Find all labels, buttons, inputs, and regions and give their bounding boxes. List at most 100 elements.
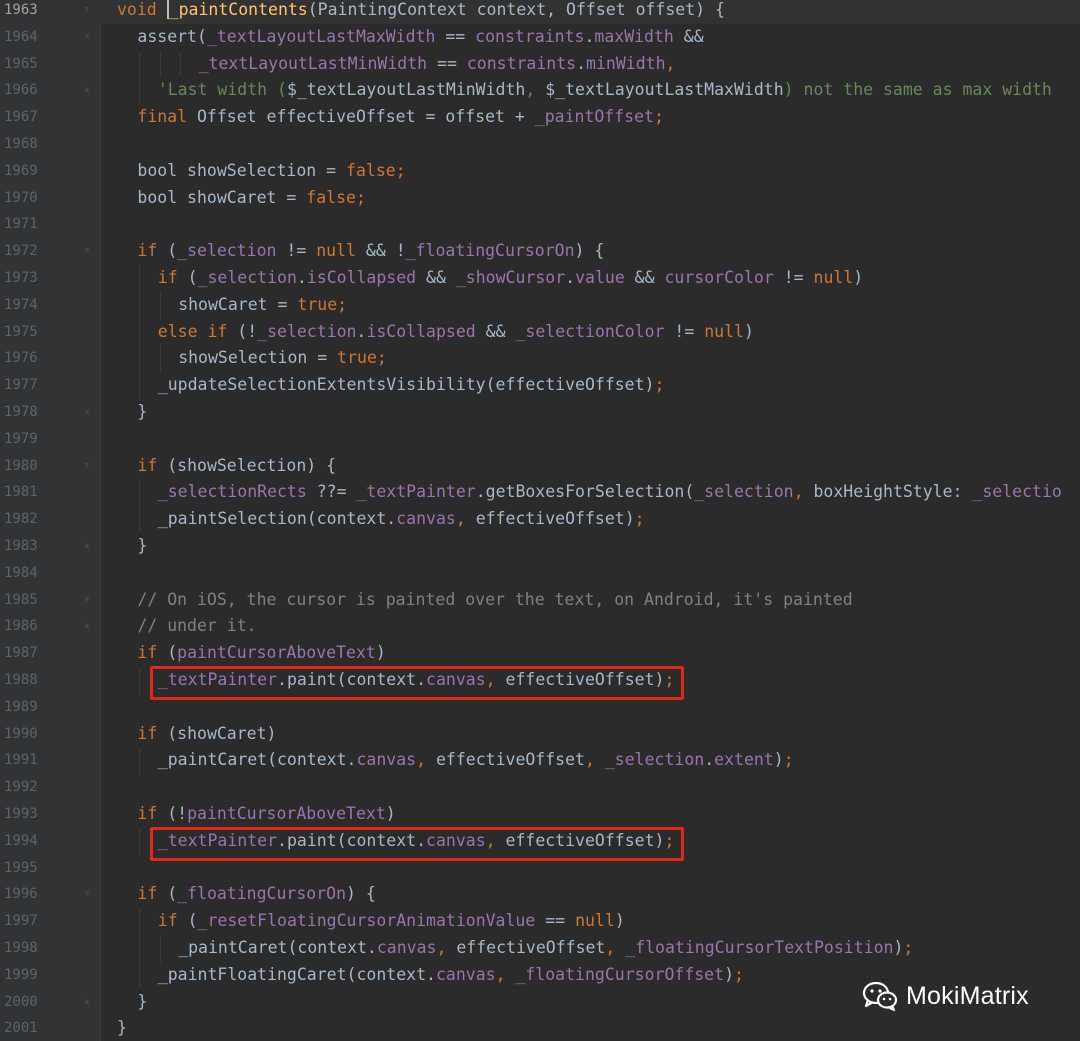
code-text[interactable]: showCaret = true;	[178, 292, 347, 319]
code-line[interactable]: 1976 showSelection = true;	[0, 345, 1080, 373]
code-line[interactable]: 1997 if (_resetFloatingCursorAnimationVal…	[0, 908, 1080, 935]
code-line[interactable]: 1980 ▿ if (showSelection) {	[0, 453, 1080, 480]
code-text[interactable]: }	[137, 533, 147, 560]
code-line[interactable]: 1993 if (!paintCursorAboveText)	[0, 801, 1080, 828]
code-line[interactable]: 1996 ▿ if (_floatingCursorOn) {	[0, 881, 1080, 908]
code-token: canvas	[356, 750, 417, 770]
code-token: true;	[337, 348, 387, 368]
code-token: if	[157, 268, 188, 287]
code-line[interactable]: 1981 _selectionRects ??= _textPainter.get…	[0, 479, 1080, 507]
code-token: _textLayoutLastMinWidth	[198, 53, 428, 73]
code-text[interactable]: _updateSelectionExtentsVisibility(effect…	[158, 372, 665, 399]
fold-open-icon[interactable]: ▿	[82, 888, 92, 900]
fold-open-icon[interactable]: ▿	[82, 4, 92, 16]
code-text[interactable]: // under it.	[137, 613, 256, 640]
code-line[interactable]: 1986 ▵ // under it.	[0, 613, 1080, 640]
line-number: 1965	[4, 55, 38, 72]
code-text[interactable]: bool showCaret = false;	[137, 185, 366, 212]
code-text[interactable]: if (showCaret)	[137, 721, 276, 748]
code-token: )	[773, 750, 784, 770]
code-editor[interactable]: 1963 ▿ void _paintContents(PaintingContext…	[0, 0, 1080, 1041]
code-text[interactable]: assert(_textLayoutLastMaxWidth == constr…	[137, 24, 703, 51]
code-token: ==	[427, 53, 467, 73]
code-line[interactable]: 1971	[0, 211, 1080, 238]
code-line[interactable]: 1990 if (showCaret)	[0, 721, 1080, 748]
code-token: null	[316, 241, 356, 261]
fold-open-icon[interactable]: ▿	[82, 594, 92, 606]
fold-open-icon[interactable]: ▿	[82, 245, 92, 257]
line-number: 1989	[4, 698, 38, 715]
code-line[interactable]: 1972 ▿ if (_selection != null && !_floatin…	[0, 238, 1080, 265]
code-line[interactable]: 1991 _paintCaret(context.canvas, effectiv…	[0, 747, 1080, 775]
code-text[interactable]: _selectionRects ??= _textPainter.getBoxe…	[158, 479, 1062, 506]
code-text[interactable]: _paintCaret(context.canvas, effectiveOff…	[178, 935, 913, 962]
code-line[interactable]: 1974 showCaret = true;	[0, 291, 1080, 319]
code-text[interactable]: final Offset effectiveOffset = offset + …	[137, 104, 664, 131]
indent-guide	[180, 50, 182, 78]
code-text[interactable]: _paintCaret(context.canvas, effectiveOff…	[158, 747, 794, 774]
code-token: (	[167, 884, 178, 904]
code-text[interactable]: else if (!_selection.isCollapsed && _sel…	[158, 319, 754, 346]
code-text[interactable]: 'Last width ($_textLayoutLastMinWidth, $…	[158, 77, 1052, 104]
code-text[interactable]: if (!paintCursorAboveText)	[137, 801, 395, 828]
code-text[interactable]: _paintFloatingCaret(context.canvas, _flo…	[158, 962, 744, 989]
code-line[interactable]: 1979	[0, 426, 1080, 453]
code-line[interactable]: 1967 final Offset effectiveOffset = offse…	[0, 104, 1080, 131]
fold-close-icon[interactable]: ▵	[82, 84, 92, 96]
code-line[interactable]: 1970 bool showCaret = false;	[0, 185, 1080, 212]
code-text[interactable]: if (showSelection) {	[137, 453, 336, 480]
code-line[interactable]: 1998 _paintCaret(context.canvas, effectiv…	[0, 935, 1080, 962]
code-line[interactable]: 1983 ▵}	[0, 533, 1080, 560]
code-line[interactable]: 1965 _textLayoutLastMinWidth == constrain…	[0, 50, 1080, 78]
line-number: 1978	[4, 404, 38, 420]
fold-close-icon[interactable]: ▵	[82, 996, 92, 1008]
code-line[interactable]: 1992	[0, 774, 1080, 801]
code-text[interactable]: if (_selection.isCollapsed && _showCurso…	[158, 265, 863, 292]
line-number: 1990	[4, 725, 38, 742]
code-line[interactable]: 1985 ▿ // On iOS, the cursor is painted ov…	[0, 587, 1080, 614]
line-number: 1993	[4, 806, 38, 822]
code-line[interactable]: 1963 ▿ void _paintContents(PaintingContext…	[0, 0, 1080, 24]
code-token: ,	[665, 53, 676, 73]
code-line[interactable]: 1975 else if (!_selection.isCollapsed && …	[0, 318, 1080, 346]
code-token: ,	[793, 482, 814, 502]
code-text[interactable]: if (_floatingCursorOn) {	[137, 881, 375, 908]
fold-open-icon[interactable]: ▿	[82, 31, 92, 43]
line-number: 1988	[4, 672, 38, 688]
code-text[interactable]: bool showSelection = false;	[137, 158, 405, 185]
code-line[interactable]: 1977 _updateSelectionExtentsVisibility(ef…	[0, 372, 1080, 399]
code-text[interactable]: if (_resetFloatingCursorAnimationValue =…	[158, 908, 625, 935]
indent-guide	[159, 50, 161, 78]
code-token: (!	[167, 804, 188, 823]
code-token: &&	[475, 321, 516, 341]
code-text[interactable]: if (paintCursorAboveText)	[137, 640, 385, 667]
code-text[interactable]: _paintSelection(context.canvas, effectiv…	[158, 506, 645, 533]
code-text[interactable]: }	[137, 989, 147, 1016]
code-text[interactable]: _textLayoutLastMinWidth == constraints.m…	[199, 51, 676, 78]
code-line[interactable]: 1987 if (paintCursorAboveText)	[0, 640, 1080, 667]
code-text[interactable]: }	[117, 1015, 127, 1041]
code-text[interactable]: void _paintContents(PaintingContext cont…	[117, 0, 725, 24]
code-line[interactable]: 1978 ▵}	[0, 399, 1080, 426]
fold-open-icon[interactable]: ▿	[82, 460, 92, 472]
code-line[interactable]: 1964 ▿ assert(_textLayoutLastMaxWidth == c…	[0, 24, 1080, 51]
fold-close-icon[interactable]: ▵	[82, 540, 92, 552]
code-text[interactable]: if (_selection != null && !_floatingCurs…	[137, 238, 604, 265]
code-text[interactable]: }	[137, 399, 147, 426]
code-line[interactable]: 1968	[0, 131, 1080, 158]
code-line[interactable]: 1982 _paintSelection(context.canvas, effe…	[0, 506, 1080, 533]
code-line[interactable]: 1973 if (_selection.isCollapsed && _showC…	[0, 265, 1080, 292]
line-number: 1995	[4, 859, 38, 876]
code-line[interactable]: 2001}	[0, 1015, 1080, 1041]
code-line[interactable]: 1966 ▵ 'Last width ($_textLayoutLastMinWid…	[0, 77, 1080, 105]
code-text[interactable]: // On iOS, the cursor is painted over th…	[137, 587, 852, 614]
line-number: 1966	[4, 82, 38, 99]
code-token: _paintCaret(context.	[178, 938, 377, 957]
fold-close-icon[interactable]: ▵	[82, 620, 92, 632]
code-text[interactable]: showSelection = true;	[178, 345, 387, 372]
fold-close-icon[interactable]: ▵	[82, 406, 92, 418]
code-line[interactable]: 1969 bool showSelection = false;	[0, 158, 1080, 185]
code-line[interactable]: 1984	[0, 560, 1080, 587]
code-token: ??=	[306, 482, 357, 502]
code-token: _selectio	[972, 482, 1062, 502]
